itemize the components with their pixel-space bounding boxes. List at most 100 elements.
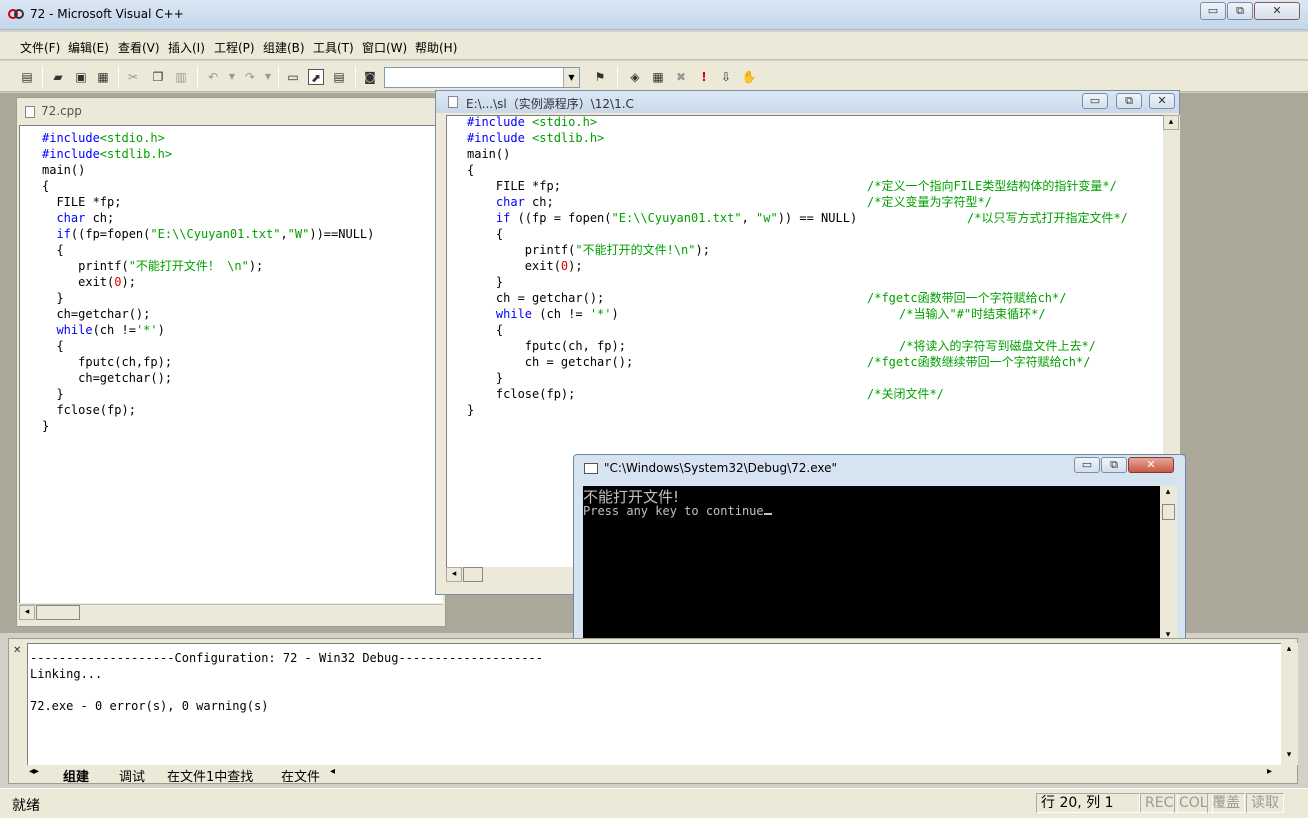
close-button[interactable]: ✕ [1254, 2, 1300, 20]
code-line: { [42, 243, 64, 257]
new-file-icon[interactable]: ▤ [19, 69, 35, 85]
doc2-close-button[interactable]: ✕ [1149, 93, 1175, 109]
cut-icon[interactable]: ✂ [125, 69, 141, 85]
console-line-2: Press any key to continue [583, 504, 772, 518]
vertical-scrollbar[interactable]: ▴ ▾ [1160, 486, 1177, 646]
execute-icon[interactable]: ! [696, 69, 712, 85]
code-line: ch = getchar(); [467, 355, 634, 369]
code-comment: /*fgetc函数继续带回一个字符赋给ch*/ [867, 355, 1091, 369]
scroll-thumb[interactable] [36, 605, 80, 620]
scroll-left-icon[interactable]: ◂ [446, 567, 462, 582]
code-line: ch=getchar(); [42, 371, 173, 385]
tab-scroll-left-icon[interactable]: ◂▸ [29, 766, 39, 777]
menu-edit[interactable]: 编辑(E) [68, 39, 109, 56]
output-line-1: --------------------Configuration: 72 - … [30, 651, 543, 665]
scroll-up-icon[interactable]: ▴ [1163, 115, 1179, 130]
build-icon[interactable]: ▦ [650, 69, 666, 85]
code-line: char ch; [56, 211, 115, 225]
scroll-thumb[interactable] [463, 567, 483, 582]
vertical-scrollbar[interactable]: ▴ ▾ [1281, 643, 1298, 765]
console-maximize-button[interactable]: ⧉ [1101, 457, 1127, 473]
scroll-up-icon[interactable]: ▴ [1281, 643, 1297, 658]
code-line: fputc(ch,fp); [42, 355, 173, 369]
output-line-2: Linking... [30, 667, 103, 681]
code-line: while(ch !='*') [56, 323, 165, 337]
scroll-left-icon[interactable]: ◂ [330, 766, 335, 777]
scroll-up-icon[interactable]: ▴ [1160, 486, 1176, 501]
code-line: { [467, 163, 475, 177]
menu-build[interactable]: 组建(B) [263, 39, 305, 56]
menu-file[interactable]: 文件(F) [20, 39, 60, 56]
console-output[interactable]: 不能打开文件! Press any key to continue [583, 486, 1160, 646]
code-line: ch = getchar(); [467, 291, 605, 305]
output-tab-bar: ◂▸ 组建 调试 在文件1中查找 在文件 ◂ ▸ [27, 765, 1281, 785]
open-icon[interactable]: ▰ [50, 69, 66, 85]
document-icon [25, 106, 35, 118]
go-icon[interactable]: ⇩ [718, 69, 734, 85]
scroll-left-icon[interactable]: ◂ [19, 605, 35, 620]
minimize-button[interactable]: ▭ [1200, 2, 1226, 20]
insert-breakpoint-icon[interactable]: ✋ [741, 69, 757, 85]
scroll-thumb[interactable] [1162, 504, 1175, 520]
code-line: { [467, 227, 504, 241]
menu-tools[interactable]: 工具(T) [313, 39, 354, 56]
readonly-indicator: 读取 [1246, 793, 1284, 813]
find-combo[interactable]: ▼ [384, 67, 580, 88]
window-list-icon[interactable]: ▤ [331, 69, 347, 85]
close-icon[interactable]: ✕ [13, 645, 21, 656]
code-comment: /*定义变量为字符型*/ [867, 195, 992, 209]
menu-view[interactable]: 查看(V) [118, 39, 160, 56]
code-line: #include<stdio.h> [42, 131, 165, 145]
copy-icon[interactable]: ❐ [150, 69, 166, 85]
maximize-button[interactable]: ⧉ [1227, 2, 1253, 20]
console-minimize-button[interactable]: ▭ [1074, 457, 1100, 473]
wizard-bar-icon[interactable]: ⚑ [592, 69, 608, 85]
output-text[interactable]: --------------------Configuration: 72 - … [27, 643, 1281, 765]
workspace-icon[interactable]: ▭ [285, 69, 301, 85]
tab-debug[interactable]: 调试 [119, 766, 145, 785]
scroll-down-icon[interactable]: ▾ [1281, 749, 1297, 764]
save-all-icon[interactable]: ▦ [95, 69, 111, 85]
paste-icon[interactable]: ▥ [173, 69, 189, 85]
undo-dropdown-icon[interactable]: ▼ [224, 69, 240, 85]
compile-icon[interactable]: ◈ [627, 69, 643, 85]
code-line: main() [42, 163, 86, 177]
restore-icon: ⧉ [1125, 94, 1133, 107]
menu-insert[interactable]: 插入(I) [168, 39, 205, 56]
redo-icon[interactable]: ↷ [242, 69, 258, 85]
toolbar-separator [197, 66, 198, 88]
menu-window[interactable]: 窗口(W) [362, 39, 407, 56]
tab-build[interactable]: 组建 [63, 766, 89, 785]
redo-dropdown-icon[interactable]: ▼ [260, 69, 276, 85]
doc2-titlebar: E:\...\sl（实例源程序）\12\1.C ▭ ⧉ ✕ [436, 91, 1179, 113]
status-bar: 就绪 行 20, 列 1 REC COL 覆盖 读取 [0, 788, 1308, 818]
doc2-title: E:\...\sl（实例源程序）\12\1.C [466, 97, 634, 111]
code-editor-72cpp[interactable]: #include<stdio.h> #include<stdlib.h> main(… [19, 125, 443, 603]
find-in-files-icon[interactable]: ◙ [362, 69, 378, 85]
menu-project[interactable]: 工程(P) [214, 39, 255, 56]
editor-gutter [20, 126, 40, 603]
horizontal-scrollbar[interactable]: ◂ [19, 604, 443, 621]
minimize-icon: ▭ [1207, 4, 1219, 17]
output-panel: ✕ --------------------Configuration: 72 … [8, 638, 1298, 785]
save-icon[interactable]: ▣ [73, 69, 89, 85]
output-icon[interactable]: ⬈ [308, 69, 324, 85]
window-title: 72 - Microsoft Visual C++ [30, 7, 184, 21]
chevron-down-icon[interactable]: ▼ [563, 68, 579, 87]
scroll-right-icon[interactable]: ▸ [1267, 766, 1272, 777]
code-line: printf("不能打开文件！ \n"); [42, 259, 264, 273]
doc2-minimize-button[interactable]: ▭ [1082, 93, 1108, 109]
code-line: #include <stdio.h> [467, 115, 598, 129]
tab-find-in-files-1[interactable]: 在文件1中查找 [167, 766, 253, 785]
console-close-button[interactable]: ✕ [1128, 457, 1174, 473]
editor-window-72cpp[interactable]: 72.cpp #include<stdio.h> #include<stdlib.… [16, 97, 446, 627]
menu-bar: 文件(F) 编辑(E) 查看(V) 插入(I) 工程(P) 组建(B) 工具(T… [0, 32, 1308, 60]
output-line-4: 72.exe - 0 error(s), 0 warning(s) [30, 699, 269, 713]
console-line-2-text: Press any key to continue [583, 504, 764, 518]
code-line: fclose(fp); [467, 387, 576, 401]
undo-icon[interactable]: ↶ [205, 69, 221, 85]
menu-help[interactable]: 帮助(H) [415, 39, 457, 56]
doc2-restore-button[interactable]: ⧉ [1116, 93, 1142, 109]
stop-build-icon[interactable]: ✖ [673, 69, 689, 85]
tab-find-in-files-2[interactable]: 在文件 [281, 766, 320, 785]
